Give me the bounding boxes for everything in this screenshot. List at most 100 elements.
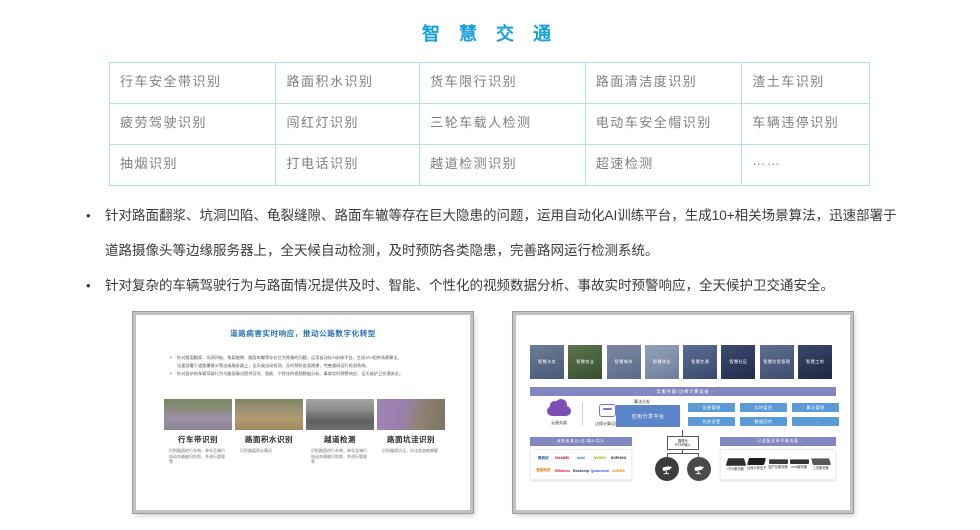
scene-thumbnails-row: 智慧水务 智慧农业 智慧城市 智慧林业 智慧交通 智慧社区 智慧应急管理 智慧工… <box>530 345 832 379</box>
server-device-image <box>769 459 788 464</box>
platform-row: 云服务器 边缘计算设备 算法分发 应用分发平台 设备管理 实时监控 算法管理 任… <box>530 398 836 431</box>
function-pill: 实时监控 <box>740 403 787 412</box>
lane-detection-photo <box>164 399 232 430</box>
capability-cell: 越道检测识别 <box>420 145 586 186</box>
bullet-dot: • <box>170 354 177 362</box>
bullet-dot: • <box>86 268 105 303</box>
server-device: mini服务器 <box>789 459 810 469</box>
video-input-box: 摄像头 RTSP输入 <box>667 436 699 450</box>
server-device: 国产化服务器 <box>768 459 789 470</box>
lane-crossing-photo <box>306 399 374 430</box>
capability-cell: 疲劳驾驶识别 <box>110 104 276 145</box>
capability-cell: 渣土车识别 <box>742 63 870 104</box>
road-photos-row <box>164 399 445 430</box>
capability-cell: 打电话识别 <box>276 145 420 186</box>
chip-logo: NVIDIA <box>594 456 606 460</box>
app-distribution-platform-box: 应用分发平台 <box>616 405 680 427</box>
function-pills: 设备管理 实时监控 算法管理 任务设置 数据回传 …… <box>688 403 839 426</box>
platform-architecture-image: 智慧水务 智慧农业 智慧城市 智慧林业 智慧交通 智慧社区 智慧应急管理 智慧工… <box>513 312 853 513</box>
bullet-line: •针对复杂的车辆驾驶行为与路面情况提供及时、智能、个性化的视频数据分析、事故实时… <box>86 268 946 303</box>
chip-logo: 登临科技 <box>536 468 550 473</box>
capability-table: 行车安全带识别 路面积水识别 货车限行识别 路面清洁度识别 渣土车识别 疲劳驾驶… <box>109 62 870 186</box>
mini-slide-title: 道路病害实时响应，推动公路数字化转型 <box>136 328 470 339</box>
photo-desc: 识别路面坑洼，坑洼状态被掌握 <box>377 448 445 465</box>
photo-desc: 识别路面积水情况 <box>235 448 303 465</box>
cctv-camera-icon <box>655 457 679 481</box>
chip-logo: SOPHGO <box>611 456 627 460</box>
water-accumulation-photo <box>235 399 303 430</box>
function-pill: …… <box>792 417 839 426</box>
server-device: 边缘计算盒子 <box>746 458 767 471</box>
capability-cell: 闯红灯识别 <box>276 104 420 145</box>
scene-thumbnail: 智慧林业 <box>645 345 679 379</box>
scene-thumbnail: 智慧城市 <box>607 345 641 379</box>
bullet-line: 道路摄像头等边缘服务器上，全天候自动检测，及时预防各类隐患，完善路网运行检测系统… <box>86 233 946 268</box>
chip-logo: Qualcomm <box>591 469 610 473</box>
chip-logos-box: 寒武纪 HUAWEI intel NVIDIA SOPHGO 登临科技 HiSi… <box>530 449 632 480</box>
scene-thumbnail: 智慧社区 <box>721 345 755 379</box>
cloud-icon <box>547 406 571 416</box>
server-device-image <box>810 458 830 465</box>
connector-line <box>667 453 698 454</box>
capability-cell: 抽烟识别 <box>110 145 276 186</box>
capability-cell: 车辆违停识别 <box>742 104 870 145</box>
mini-bullet-line: 迅速部署于道路摄像头等边缘服务器上，全天候自动检测，及时预防各类隐患，完善路网运… <box>170 362 440 370</box>
smart-traffic-slide: { "page": { "title": "智 慧 交 通" }, "color… <box>0 0 980 530</box>
server-device-image <box>725 458 746 465</box>
capability-cell: 电动车安全帽识别 <box>585 104 742 145</box>
capability-cell: 路面积水识别 <box>276 63 420 104</box>
mini-bullet-line: •针对复杂的车辆驾驶行为与路面情况提供及时、智能、个性化的视频数据分析、事故实时… <box>170 370 440 378</box>
server-devices-box: GPU服务器 边缘计算盒子 国产化服务器 mini服务器 工控服务器 <box>720 449 836 480</box>
bullet-text: 针对路面翻浆、坑洞凹陷、龟裂缝隙、路面车辙等存在巨大隐患的问题，运用自动化AI训… <box>105 208 897 223</box>
photo-labels-row: 行车带识别 路面积水识别 越道检测 路面坑洼识别 <box>164 434 445 445</box>
function-pill: 算法管理 <box>792 403 839 412</box>
mini-bullet-line: •针对路面翻浆、坑洞凹陷、龟裂缝隙、路面车辙等存在巨大隐患的问题，运用自动化AI… <box>170 354 440 362</box>
server-device-image <box>747 458 766 465</box>
chip-logo: 寒武纪 <box>538 456 549 461</box>
page-title: 智 慧 交 通 <box>0 20 980 46</box>
scene-thumbnail: 智慧交通 <box>683 345 717 379</box>
table-row: 疲劳驾驶识别 闯红灯识别 三轮车载人检测 电动车安全帽识别 车辆违停识别 <box>110 104 870 145</box>
table-row: 行车安全带识别 路面积水识别 货车限行识别 路面清洁度识别 渣土车识别 <box>110 63 870 104</box>
pothole-photo <box>377 399 445 430</box>
chip-logo: Rockchip <box>573 469 589 473</box>
cloud-server-item: 云服务器 <box>542 400 576 426</box>
chip-logo: intel <box>577 456 584 460</box>
scene-thumbnail: 智慧应急管理 <box>760 345 794 379</box>
photo-label: 路面坑洼识别 <box>377 434 445 445</box>
cctv-camera-icon <box>687 457 711 481</box>
function-pill: 任务设置 <box>688 417 735 426</box>
scene-thumbnail: 智慧水务 <box>530 345 564 379</box>
capability-cell: …… <box>742 145 870 186</box>
description-bullets: •针对路面翻浆、坑洞凹陷、龟裂缝隙、路面车辙等存在巨大隐患的问题，运用自动化AI… <box>86 198 946 303</box>
bullet-line: •针对路面翻浆、坑洞凹陷、龟裂缝隙、路面车辙等存在巨大隐患的问题，运用自动化AI… <box>86 198 946 233</box>
scene-thumbnail: 智慧工地 <box>798 345 832 379</box>
photo-desc: 识别路面的行车带，单车及骑行电动车辆被识别到，并进行管理等 <box>164 448 232 465</box>
photo-label: 越道检测 <box>306 434 374 445</box>
photo-desc: 识别路面的行车带，单车及骑行电动车辆被识别到，并进行管理等 <box>306 448 374 465</box>
capability-cell: 三轮车载人检测 <box>420 104 586 145</box>
road-disease-slide-image: 道路病害实时响应，推动公路数字化转型 •针对路面翻浆、坑洞凹陷、龟裂缝隙、路面车… <box>133 312 473 513</box>
bullet-dot: • <box>170 370 177 378</box>
photo-label: 路面积水识别 <box>235 434 303 445</box>
divider <box>582 402 583 426</box>
photo-descs-row: 识别路面的行车带，单车及骑行电动车辆被识别到，并进行管理等 识别路面积水情况 识… <box>164 448 445 465</box>
bullet-text: 道路摄像头等边缘服务器上，全天候自动检测，及时预防各类隐患，完善路网运行检测系统… <box>105 243 659 258</box>
capability-cell: 货车限行识别 <box>420 63 586 104</box>
capability-cell: 超速检测 <box>585 145 742 186</box>
chip-logo: HUAWEI <box>555 456 569 460</box>
cloud-edge-banner: - 云服务器/边缘计算设备 - <box>530 387 836 396</box>
bullet-dot: • <box>86 198 105 233</box>
mini-slide-bullets: •针对路面翻浆、坑洞凹陷、龟裂缝隙、路面车辙等存在巨大隐患的问题，运用自动化AI… <box>170 354 440 378</box>
photo-label: 行车带识别 <box>164 434 232 445</box>
edge-device-icon <box>599 404 616 417</box>
capability-cell: 路面清洁度识别 <box>585 63 742 104</box>
chip-logo: AXERA <box>612 469 625 473</box>
scene-thumbnail: 智慧农业 <box>568 345 602 379</box>
function-pill: 设备管理 <box>688 403 735 412</box>
server-device: 工控服务器 <box>810 458 831 471</box>
servers-banner: - 已适配全系列服务器 - <box>720 437 836 446</box>
ai-chips-banner: - 适配各类云/边/端AI芯片 - <box>530 437 632 446</box>
table-row: 抽烟识别 打电话识别 越道检测识别 超速检测 …… <box>110 145 870 186</box>
cloud-label: 云服务器 <box>542 420 576 426</box>
